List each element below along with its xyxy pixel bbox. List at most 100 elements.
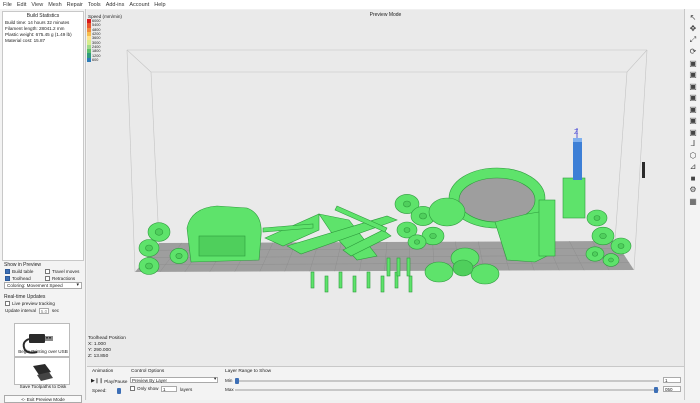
max-slider[interactable] — [654, 387, 658, 393]
pin-part — [397, 258, 400, 276]
dropdown-arrow-icon: ▾ — [214, 376, 216, 382]
view-front-icon[interactable]: ▣ — [688, 70, 698, 80]
pin-part — [409, 276, 412, 292]
checkbox-unchecked-icon — [45, 276, 50, 281]
print-usb-label: Begin Printing over USB — [2, 349, 84, 354]
toolhead-checkbox[interactable]: Toolhead — [0, 275, 40, 282]
left-panel: Build Statistics Build time: 14 hours 32… — [0, 9, 86, 400]
layers-label: layers — [180, 387, 192, 392]
shaded-icon[interactable]: ■ — [688, 173, 698, 183]
build-table-checkbox[interactable]: Build table — [0, 268, 40, 275]
show-in-preview-section: Show in Preview Build table Travel moves… — [0, 262, 86, 289]
axes-icon[interactable]: ⅃ — [688, 139, 698, 149]
min-value-input[interactable]: 1 — [663, 377, 681, 383]
min-label: Min — [225, 378, 232, 383]
gear-hub — [430, 233, 437, 239]
spinner-lobe — [471, 264, 499, 284]
pin-part — [325, 276, 328, 292]
settings-icon[interactable]: ⚙ — [688, 185, 698, 195]
preview-mode-label: Preview Mode — [87, 12, 684, 18]
bottom-panel: Animation ▶❙❙ Play/Pause Speed: Control … — [87, 366, 684, 400]
section-icon[interactable]: ⊿ — [688, 162, 698, 172]
min-slider-track — [235, 380, 659, 382]
view-bottom-icon[interactable]: ▣ — [688, 127, 698, 137]
gear-hub — [618, 244, 624, 249]
gear-part — [429, 198, 465, 226]
move-icon[interactable]: ✥ — [688, 24, 698, 34]
update-interval-input[interactable]: 5.0 — [39, 308, 49, 314]
retractions-checkbox[interactable]: Retractions — [40, 275, 75, 282]
tower-part — [563, 178, 585, 218]
realtime-updates-section: Real-time Updates Live preview tracking … — [0, 294, 86, 314]
gear-hub — [414, 240, 419, 245]
only-show-checkbox[interactable] — [130, 386, 135, 391]
save-toolpaths-button[interactable] — [14, 357, 70, 385]
grid-icon[interactable]: ▦ — [688, 196, 698, 206]
travel-moves-checkbox[interactable]: Travel moves — [40, 268, 79, 275]
pin-part — [407, 258, 410, 276]
coloring-select[interactable]: Coloring: Movement Speed — [4, 282, 82, 289]
build-statistics-panel: Build Statistics Build time: 14 hours 32… — [2, 11, 84, 261]
gear-hub — [419, 213, 426, 219]
gear-hub — [146, 245, 153, 251]
live-preview-label: Live preview tracking — [12, 301, 55, 306]
update-interval-label: Update interval — [5, 308, 36, 313]
printed-models — [139, 168, 631, 292]
only-show-input[interactable]: 1 — [161, 386, 177, 392]
gear-hub — [404, 228, 410, 233]
toolhead-z: Z: 13.850 — [88, 354, 126, 360]
play-pause-label: Play/Pause — [104, 379, 127, 384]
spinner-lobe — [425, 262, 453, 282]
animation-title: Animation — [92, 369, 113, 374]
menu-item-file[interactable]: File — [3, 2, 12, 8]
scale-icon[interactable]: ⤢ — [688, 35, 698, 45]
menu-item-repair[interactable]: Repair — [67, 2, 83, 8]
speed-slider[interactable] — [117, 388, 121, 394]
preview-by-select[interactable]: Preview By Layer — [130, 377, 218, 383]
menu-item-account[interactable]: Account — [129, 2, 149, 8]
scene-canvas: Z — [87, 10, 684, 366]
menu-item-edit[interactable]: Edit — [17, 2, 26, 8]
view-right-icon[interactable]: ▣ — [688, 104, 698, 114]
update-interval-row: Update interval 5.0 sec — [0, 307, 86, 314]
pin-part — [381, 276, 384, 292]
menu-item-add-ins[interactable]: Add-ins — [106, 2, 125, 8]
menu-item-help[interactable]: Help — [154, 2, 165, 8]
max-value-input[interactable]: 050 — [663, 386, 681, 392]
3d-viewport[interactable]: Z Preview Mode Speed (mm/min) 6000540048… — [87, 10, 684, 366]
pin-part — [353, 276, 356, 292]
legend-value: 600 — [92, 58, 98, 62]
build-statistics-title: Build Statistics — [3, 12, 83, 20]
speed-label: Speed: — [92, 388, 107, 393]
view-back-icon[interactable]: ▣ — [688, 81, 698, 91]
view-left-icon[interactable]: ▣ — [688, 93, 698, 103]
save-toolpaths-label: Save Toolpaths to Disk — [2, 384, 84, 389]
rotate-icon[interactable]: ⟳ — [688, 47, 698, 57]
cursor-icon[interactable]: ↖ — [688, 12, 698, 22]
build-table-label: Build table — [12, 269, 33, 274]
update-interval-unit: sec — [52, 308, 59, 313]
legend-entry: 600 — [87, 58, 122, 62]
pin-part — [387, 258, 390, 276]
view-top-icon[interactable]: ▣ — [688, 116, 698, 126]
tower-part — [539, 200, 555, 256]
toolhead-nozzle: Z — [573, 128, 582, 180]
speed-legend: Speed (mm/min) 6000540048004200360030002… — [87, 14, 122, 62]
view-iso-icon[interactable]: ▣ — [688, 58, 698, 68]
play-pause-button[interactable]: ▶❙❙ Play/Pause — [91, 378, 127, 384]
exit-preview-button[interactable]: <- Exit Preview Mode — [4, 395, 82, 403]
travel-moves-label: Travel moves — [52, 269, 79, 274]
housing-face — [199, 236, 245, 256]
menu-item-mesh[interactable]: Mesh — [48, 2, 61, 8]
menu-item-view[interactable]: View — [31, 2, 43, 8]
checkbox-unchecked-icon — [45, 269, 50, 274]
cube-icon[interactable]: ⬡ — [688, 150, 698, 160]
pin-part — [311, 272, 314, 288]
gear-hub — [155, 229, 163, 236]
menu-item-tools[interactable]: Tools — [88, 2, 101, 8]
spinner-hub — [453, 260, 473, 276]
legend-swatch — [87, 58, 91, 62]
live-preview-checkbox[interactable]: Live preview tracking — [0, 300, 86, 307]
min-slider[interactable] — [235, 378, 239, 384]
retractions-label: Retractions — [52, 276, 75, 281]
